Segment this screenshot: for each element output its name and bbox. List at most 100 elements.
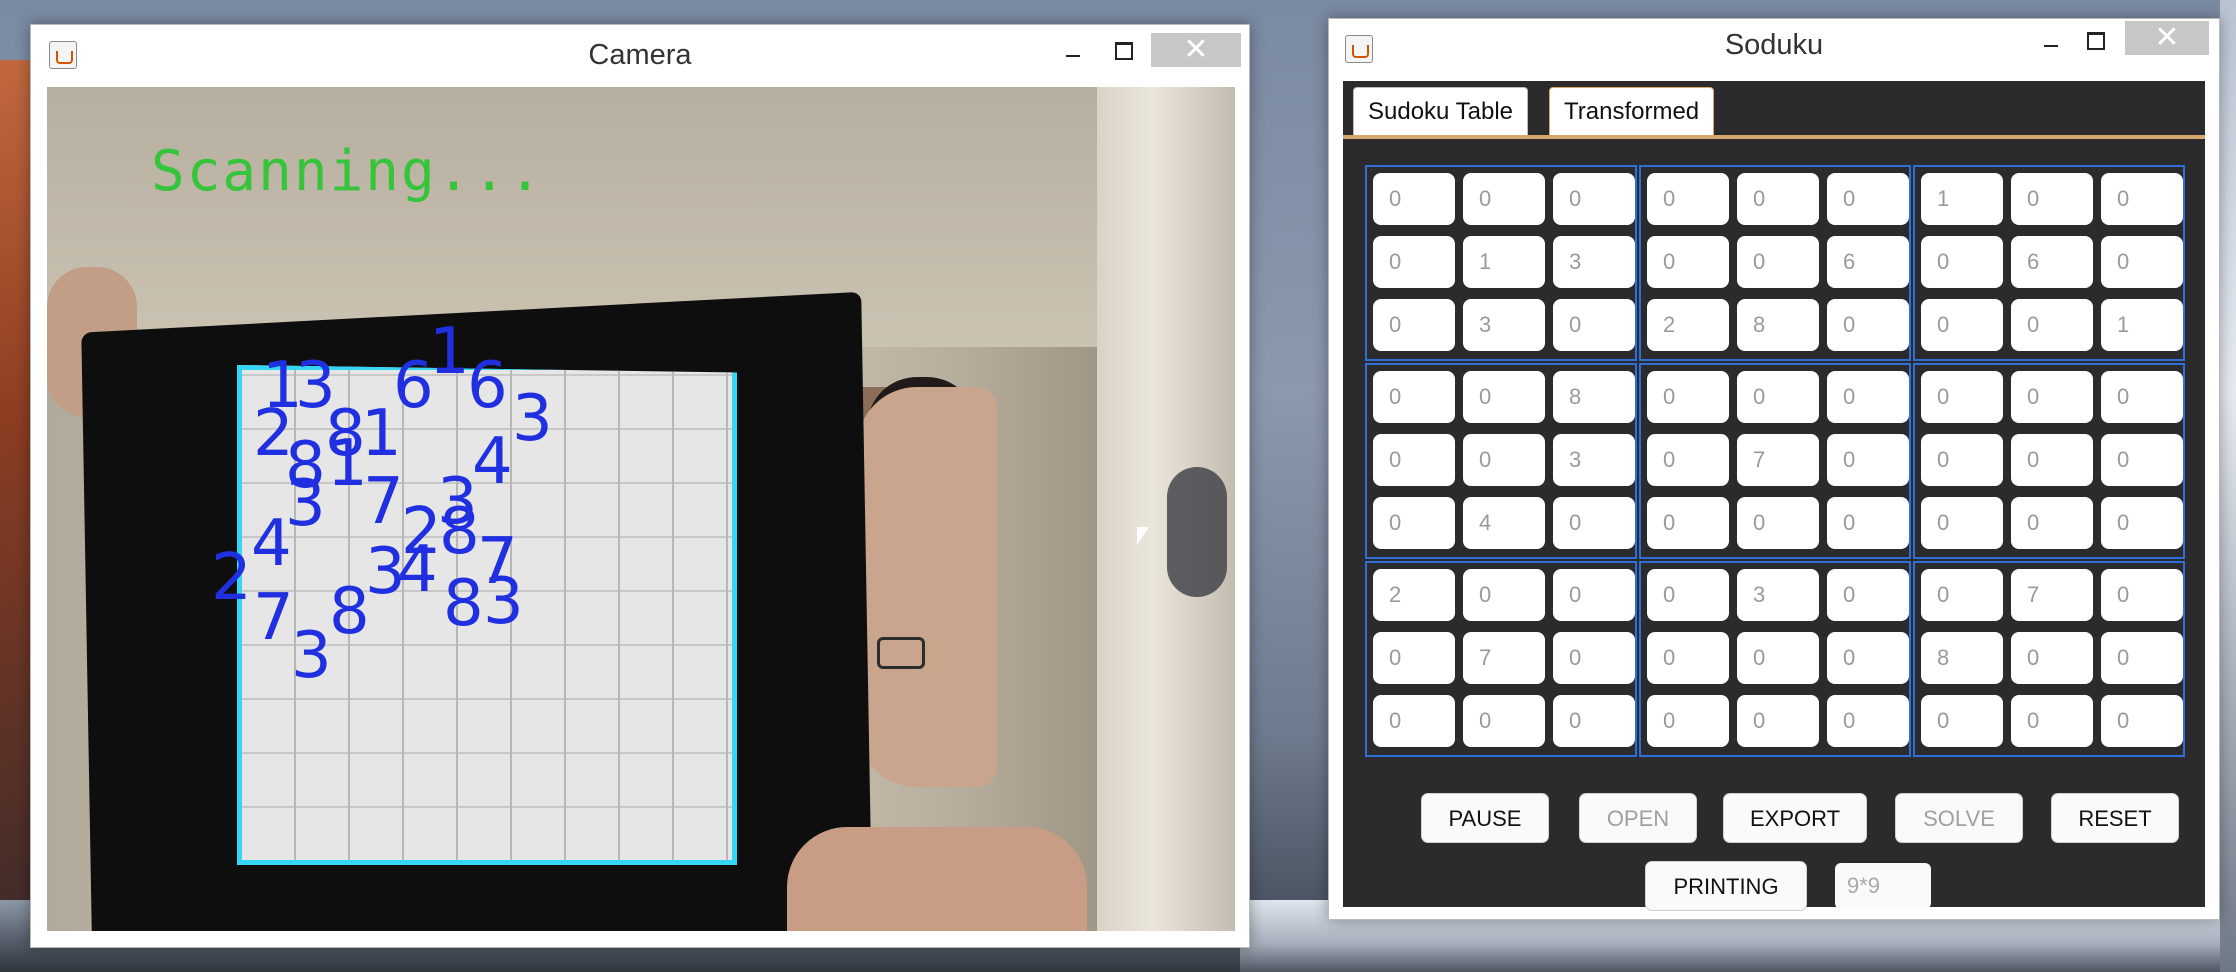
- sudoku-cell[interactable]: 0: [1921, 371, 2003, 423]
- sudoku-cell[interactable]: 0: [2011, 695, 2093, 747]
- tab-sudoku-table[interactable]: Sudoku Table: [1353, 87, 1529, 136]
- solve-button[interactable]: SOLVE: [1895, 793, 2023, 843]
- sudoku-cell[interactable]: 0: [1827, 632, 1909, 684]
- grid-size-field[interactable]: 9*9: [1835, 863, 1931, 909]
- sudoku-cell[interactable]: 6: [1827, 236, 1909, 288]
- sudoku-cell[interactable]: 0: [1737, 497, 1819, 549]
- sudoku-cell[interactable]: 0: [1373, 695, 1455, 747]
- sudoku-cell[interactable]: 0: [1737, 371, 1819, 423]
- sudoku-cell[interactable]: 0: [1827, 434, 1909, 486]
- sudoku-cell[interactable]: 0: [1647, 173, 1729, 225]
- sudoku-cell[interactable]: 4: [1463, 497, 1545, 549]
- sudoku-cell[interactable]: 0: [1827, 695, 1909, 747]
- sudoku-cell[interactable]: 0: [1373, 236, 1455, 288]
- sudoku-cell[interactable]: 0: [1827, 173, 1909, 225]
- sudoku-cell[interactable]: 0: [1373, 632, 1455, 684]
- sudoku-cell[interactable]: 7: [1463, 632, 1545, 684]
- export-button[interactable]: EXPORT: [1723, 793, 1867, 843]
- sudoku-cell[interactable]: 0: [1553, 497, 1635, 549]
- sudoku-cell[interactable]: 0: [1373, 497, 1455, 549]
- sudoku-cell[interactable]: 0: [1737, 173, 1819, 225]
- sudoku-cell[interactable]: 0: [2101, 173, 2183, 225]
- sudoku-cell[interactable]: 0: [1647, 569, 1729, 621]
- sudoku-cell[interactable]: 7: [2011, 569, 2093, 621]
- sudoku-cell[interactable]: 0: [2011, 299, 2093, 351]
- sudoku-cell[interactable]: 0: [1463, 695, 1545, 747]
- sudoku-cell[interactable]: 0: [2101, 434, 2183, 486]
- sudoku-cell[interactable]: 2: [1647, 299, 1729, 351]
- sudoku-cell[interactable]: 0: [1921, 299, 2003, 351]
- soduku-titlebar[interactable]: Soduku ✕: [1329, 19, 2219, 77]
- close-button[interactable]: ✕: [2125, 21, 2209, 55]
- sudoku-cell[interactable]: 0: [1553, 695, 1635, 747]
- camera-window[interactable]: Camera ✕ Scanning... 1366132818143732847…: [30, 24, 1250, 948]
- sudoku-cell[interactable]: 0: [1553, 632, 1635, 684]
- open-button[interactable]: OPEN: [1579, 793, 1697, 843]
- sudoku-cell[interactable]: 0: [2101, 695, 2183, 747]
- sudoku-cell[interactable]: 0: [2011, 434, 2093, 486]
- sudoku-cell[interactable]: 7: [1737, 434, 1819, 486]
- minimize-button[interactable]: [1051, 33, 1095, 67]
- sudoku-cell[interactable]: 0: [1737, 236, 1819, 288]
- sudoku-cell[interactable]: 0: [1921, 569, 2003, 621]
- sudoku-cell[interactable]: 0: [1463, 371, 1545, 423]
- sudoku-cell[interactable]: 0: [2011, 371, 2093, 423]
- reset-button[interactable]: RESET: [2051, 793, 2179, 843]
- sudoku-cell[interactable]: 0: [1921, 497, 2003, 549]
- sudoku-cell[interactable]: 8: [1921, 632, 2003, 684]
- sudoku-cell[interactable]: 0: [1553, 299, 1635, 351]
- sudoku-cell[interactable]: 8: [1553, 371, 1635, 423]
- pause-button[interactable]: PAUSE: [1421, 793, 1549, 843]
- sudoku-cell[interactable]: 0: [1553, 173, 1635, 225]
- sudoku-cell[interactable]: 0: [1921, 236, 2003, 288]
- sudoku-cell[interactable]: 0: [1921, 434, 2003, 486]
- sudoku-cell[interactable]: 0: [2011, 497, 2093, 549]
- sudoku-cell[interactable]: 0: [1827, 299, 1909, 351]
- sudoku-cell[interactable]: 1: [1921, 173, 2003, 225]
- sudoku-cell[interactable]: 0: [1373, 299, 1455, 351]
- sudoku-cell[interactable]: 0: [1463, 173, 1545, 225]
- camera-titlebar[interactable]: Camera ✕: [31, 25, 1249, 83]
- sudoku-cell[interactable]: 0: [1647, 695, 1729, 747]
- sudoku-cell[interactable]: 0: [1647, 632, 1729, 684]
- sudoku-cell[interactable]: 0: [2101, 569, 2183, 621]
- sudoku-cell[interactable]: 0: [2101, 497, 2183, 549]
- sudoku-cell[interactable]: 0: [2101, 632, 2183, 684]
- sudoku-cell[interactable]: 6: [2011, 236, 2093, 288]
- printing-button[interactable]: PRINTING: [1645, 861, 1807, 911]
- sudoku-cell[interactable]: 0: [1827, 569, 1909, 621]
- sudoku-cell[interactable]: 0: [1647, 434, 1729, 486]
- sudoku-cell[interactable]: 2: [1373, 569, 1455, 621]
- sudoku-cell[interactable]: 0: [1647, 497, 1729, 549]
- minimize-button[interactable]: [2029, 23, 2073, 57]
- sudoku-cell[interactable]: 0: [1373, 173, 1455, 225]
- sudoku-cell[interactable]: 0: [2011, 173, 2093, 225]
- sudoku-cell[interactable]: 0: [1647, 371, 1729, 423]
- sudoku-cell[interactable]: 0: [1921, 695, 2003, 747]
- sudoku-cell[interactable]: 0: [1373, 371, 1455, 423]
- soduku-window[interactable]: Soduku ✕ Sudoku Table Transformed 000013…: [1328, 18, 2220, 920]
- sudoku-cell[interactable]: 3: [1737, 569, 1819, 621]
- sudoku-cell[interactable]: 8: [1737, 299, 1819, 351]
- close-button[interactable]: ✕: [1151, 33, 1241, 67]
- maximize-button[interactable]: [1101, 33, 1145, 67]
- sudoku-cell[interactable]: 0: [1373, 434, 1455, 486]
- sudoku-cell[interactable]: 0: [1647, 236, 1729, 288]
- tab-transformed[interactable]: Transformed: [1549, 87, 1715, 136]
- sudoku-cell[interactable]: 0: [1553, 569, 1635, 621]
- sudoku-cell[interactable]: 1: [2101, 299, 2183, 351]
- sudoku-cell[interactable]: 1: [1463, 236, 1545, 288]
- sudoku-cell[interactable]: 0: [2101, 236, 2183, 288]
- sudoku-cell[interactable]: 3: [1553, 236, 1635, 288]
- sudoku-cell[interactable]: 0: [1827, 497, 1909, 549]
- sudoku-cell[interactable]: 0: [1463, 569, 1545, 621]
- sudoku-cell[interactable]: 0: [1463, 434, 1545, 486]
- sudoku-cell[interactable]: 0: [1827, 371, 1909, 423]
- maximize-button[interactable]: [2073, 23, 2117, 57]
- sudoku-cell[interactable]: 0: [1737, 695, 1819, 747]
- sudoku-cell[interactable]: 0: [2101, 371, 2183, 423]
- sudoku-cell[interactable]: 0: [2011, 632, 2093, 684]
- sudoku-cell[interactable]: 3: [1463, 299, 1545, 351]
- sudoku-cell[interactable]: 3: [1553, 434, 1635, 486]
- sudoku-cell[interactable]: 0: [1737, 632, 1819, 684]
